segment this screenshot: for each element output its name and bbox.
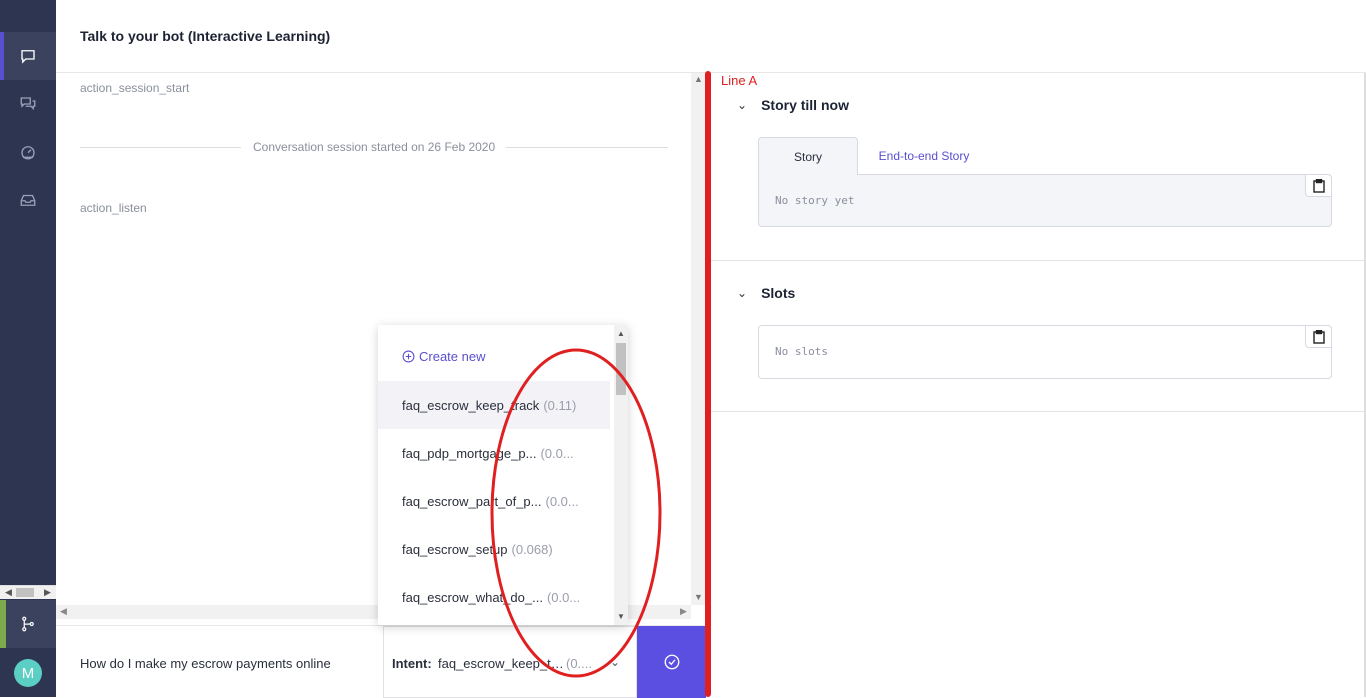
copy-story-button[interactable] — [1305, 175, 1331, 197]
chevron-down-icon[interactable]: ⌄ — [737, 286, 747, 300]
section-divider — [711, 411, 1366, 412]
slots-content-box: No slots — [758, 325, 1332, 379]
tab-story[interactable]: Story — [758, 137, 858, 175]
tab-end-to-end-story[interactable]: End-to-end Story — [869, 137, 979, 175]
slots-section-title: Slots — [761, 285, 796, 301]
section-divider — [711, 260, 1366, 261]
copy-slots-button[interactable] — [1305, 326, 1331, 348]
story-section-header[interactable]: ⌄ Story till now — [737, 97, 849, 113]
slots-content: No slots — [775, 345, 828, 358]
clipboard-icon — [1312, 329, 1325, 344]
right-panel: ⌄ Story till now Story End-to-end Story … — [711, 73, 1366, 697]
slots-section-header[interactable]: ⌄ Slots — [737, 285, 795, 301]
chevron-down-icon[interactable]: ⌄ — [737, 98, 747, 112]
clipboard-icon — [1312, 178, 1325, 193]
story-content: No story yet — [775, 194, 855, 207]
story-section-title: Story till now — [761, 97, 849, 113]
story-content-box: No story yet — [758, 174, 1332, 227]
